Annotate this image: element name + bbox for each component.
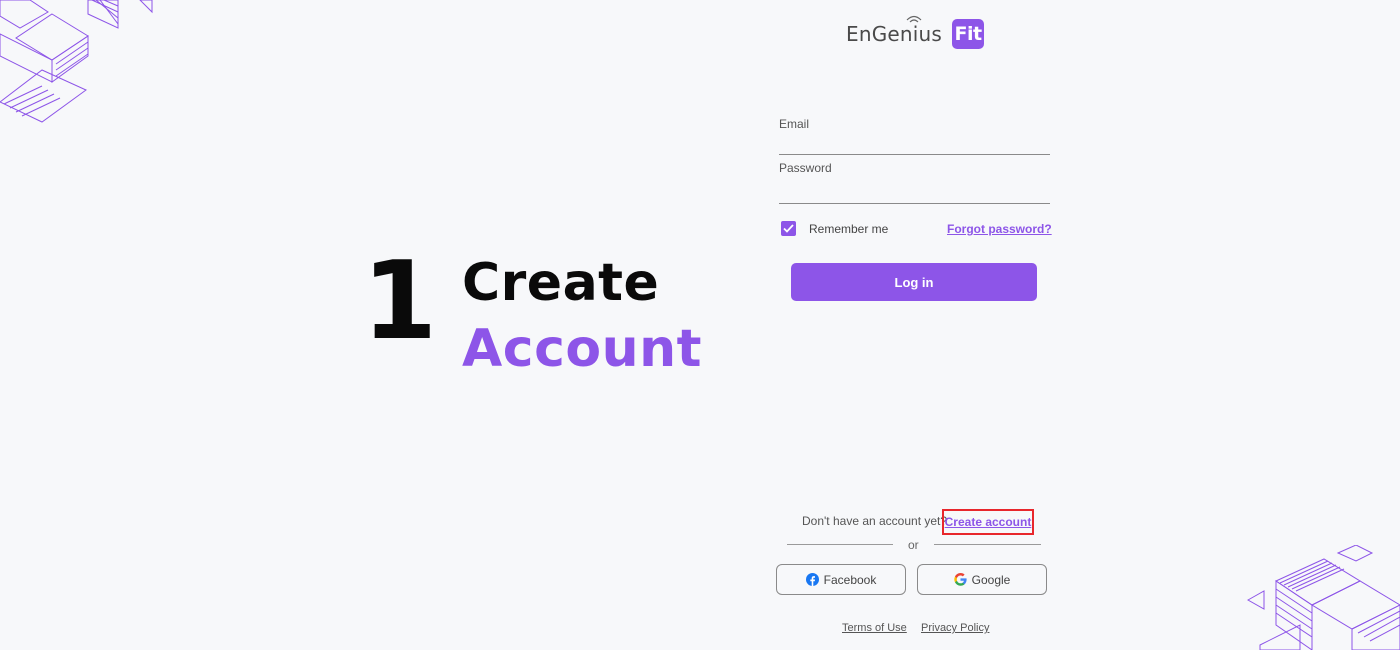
decorative-pattern-top-left bbox=[0, 0, 153, 123]
wifi-icon bbox=[906, 15, 922, 23]
remember-me-checkbox[interactable]: Remember me bbox=[781, 221, 888, 236]
password-field[interactable]: Password bbox=[779, 159, 1050, 204]
forgot-password-link[interactable]: Forgot password? bbox=[947, 222, 1052, 236]
login-button[interactable]: Log in bbox=[791, 263, 1037, 301]
or-separator: or bbox=[908, 538, 919, 552]
facebook-label: Facebook bbox=[823, 572, 877, 587]
logo-fit-badge: Fit bbox=[952, 19, 985, 49]
privacy-policy-link[interactable]: Privacy Policy bbox=[921, 622, 989, 634]
facebook-login-button[interactable]: Facebook bbox=[776, 564, 906, 595]
terms-of-use-link[interactable]: Terms of Use bbox=[842, 622, 907, 634]
password-input[interactable] bbox=[779, 175, 1050, 193]
divider-right bbox=[934, 544, 1041, 545]
email-field[interactable]: Email bbox=[779, 115, 1050, 155]
email-input[interactable] bbox=[779, 131, 1050, 149]
step-title-create: Create bbox=[462, 253, 660, 313]
google-label: Google bbox=[971, 572, 1011, 587]
divider-left bbox=[787, 544, 893, 545]
password-label: Password bbox=[779, 161, 832, 175]
logo-brand: EnGenius bbox=[846, 22, 943, 46]
email-label: Email bbox=[779, 117, 810, 131]
facebook-icon bbox=[805, 573, 819, 586]
step-title-account: Account bbox=[462, 319, 703, 379]
engenius-fit-logo: EnGenius Fit bbox=[846, 15, 985, 50]
google-icon bbox=[953, 573, 967, 586]
no-account-prompt: Don't have an account yet? bbox=[802, 514, 948, 528]
step-number: 1 bbox=[362, 239, 438, 364]
checkbox-checked-icon[interactable] bbox=[781, 221, 796, 236]
decorative-pattern-bottom-right bbox=[1246, 545, 1400, 650]
google-login-button[interactable]: Google bbox=[917, 564, 1047, 595]
remember-me-label: Remember me bbox=[809, 221, 889, 236]
create-account-link[interactable]: Create account bbox=[942, 509, 1034, 535]
